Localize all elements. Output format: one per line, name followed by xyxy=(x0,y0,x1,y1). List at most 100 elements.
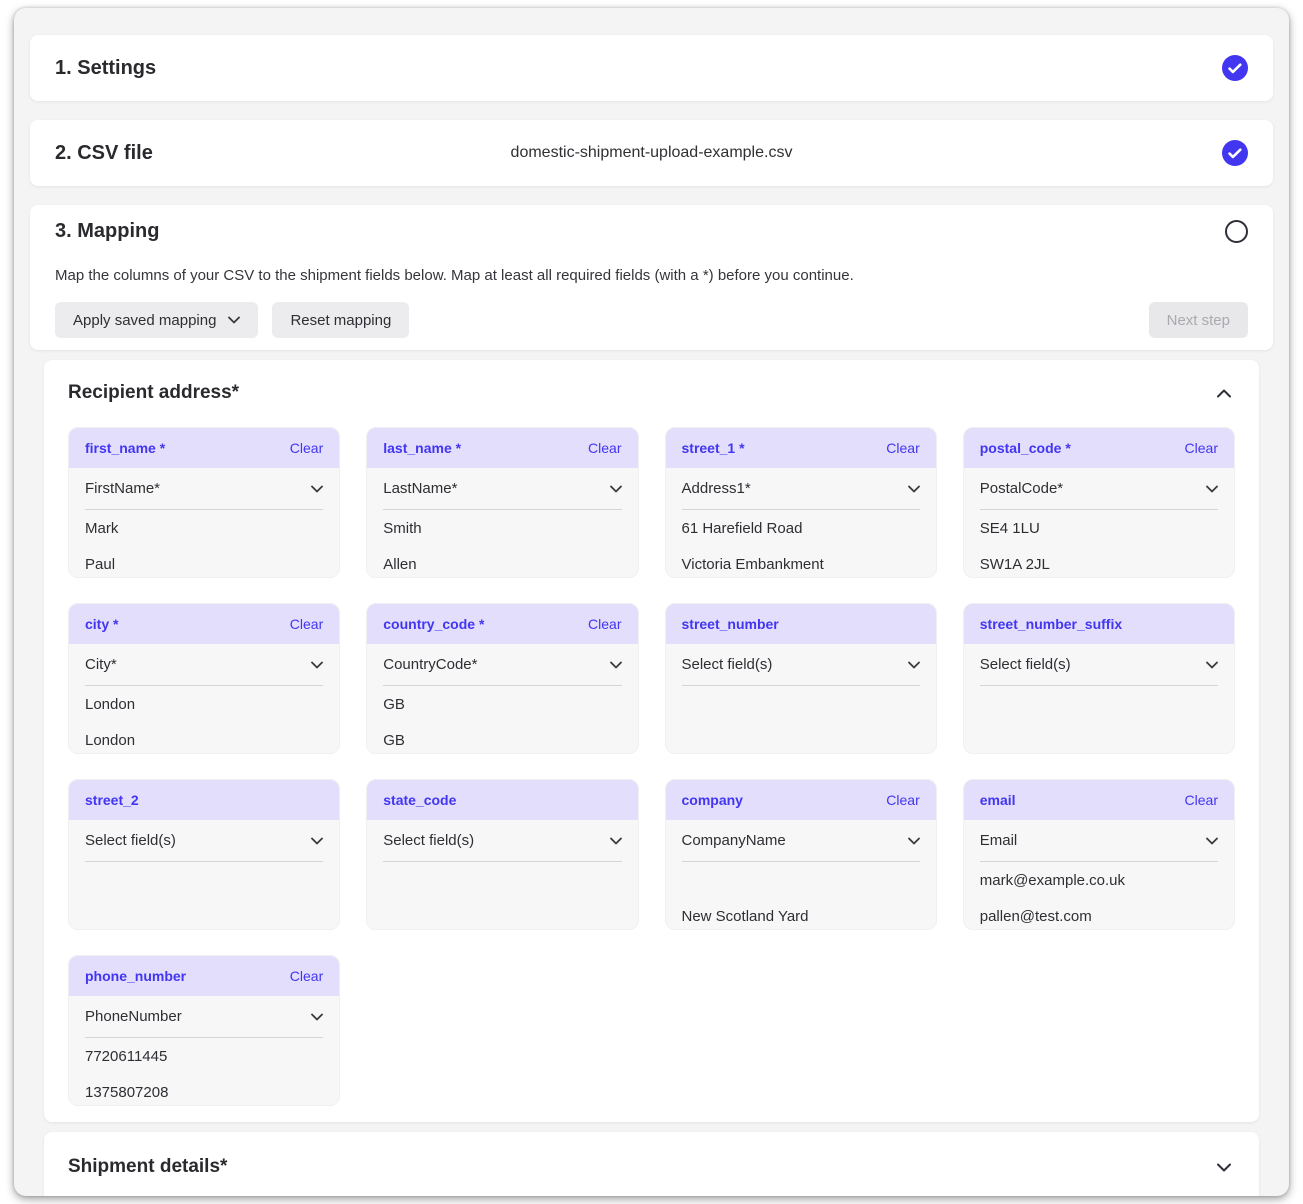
chevron-down-icon xyxy=(1217,1163,1231,1172)
field-name-label: street_1 * xyxy=(682,440,745,456)
field-select[interactable]: CountryCode* xyxy=(383,644,621,686)
field-card-body: PostalCode* SE4 1LUSW1A 2JL xyxy=(964,468,1234,578)
field-card-body: LastName* SmithAllen xyxy=(367,468,637,578)
sample-value xyxy=(682,862,920,898)
check-circle-icon xyxy=(1222,55,1248,81)
clear-button[interactable]: Clear xyxy=(1185,440,1218,456)
field-select[interactable]: City* xyxy=(85,644,323,686)
mapping-description: Map the columns of your CSV to the shipm… xyxy=(55,267,1248,284)
chevron-down-icon xyxy=(908,837,920,845)
field-card-body: PhoneNumber 77206114451375807208 xyxy=(69,996,339,1106)
reset-mapping-label: Reset mapping xyxy=(290,312,391,329)
field-card-header: company Clear xyxy=(666,780,936,820)
field-name-label: email xyxy=(980,792,1016,808)
clear-button[interactable]: Clear xyxy=(290,968,323,984)
field-select[interactable]: PostalCode* xyxy=(980,468,1218,510)
field-card-header: street_number_suffix xyxy=(964,604,1234,644)
next-step-button[interactable]: Next step xyxy=(1149,302,1248,338)
field-name-label: street_number xyxy=(682,616,779,632)
clear-button[interactable]: Clear xyxy=(886,440,919,456)
field-select-value: Email xyxy=(980,832,1018,849)
field-name-label: postal_code * xyxy=(980,440,1071,456)
field-grid: first_name * Clear FirstName* MarkPaul l… xyxy=(68,427,1235,1106)
recipient-address-title: Recipient address* xyxy=(68,382,239,404)
field-select[interactable]: PhoneNumber xyxy=(85,996,323,1038)
collapse-section-button[interactable] xyxy=(1213,385,1235,402)
field-select-value: LastName* xyxy=(383,480,457,497)
field-card-header: city * Clear xyxy=(69,604,339,644)
step-settings-card[interactable]: 1. Settings xyxy=(30,35,1273,101)
field-select-value: Address1* xyxy=(682,480,751,497)
step-csv-file-status xyxy=(1222,140,1248,166)
field-card-body: CountryCode* GBGB xyxy=(367,644,637,754)
expand-section-button[interactable] xyxy=(1213,1159,1235,1176)
field-card-body: FirstName* MarkPaul xyxy=(69,468,339,578)
field-select[interactable]: Address1* xyxy=(682,468,920,510)
chevron-down-icon xyxy=(311,485,323,493)
field-select[interactable]: Select field(s) xyxy=(980,644,1218,686)
field-card-body: Select field(s) xyxy=(666,644,936,686)
field-card-header: email Clear xyxy=(964,780,1234,820)
step-settings-title: 1. Settings xyxy=(55,57,156,80)
csv-file-name: domestic-shipment-upload-example.csv xyxy=(511,144,793,162)
check-circle-icon xyxy=(1222,140,1248,166)
field-mapping-card: company Clear CompanyName New Scotland Y… xyxy=(665,779,937,930)
sample-value: Mark xyxy=(85,510,323,546)
field-select-value: Select field(s) xyxy=(980,656,1071,673)
field-mapping-card: state_code Select field(s) xyxy=(366,779,638,930)
sample-value: Paul xyxy=(85,546,323,578)
field-select[interactable]: LastName* xyxy=(383,468,621,510)
field-select-value: PhoneNumber xyxy=(85,1008,182,1025)
field-select-value: CompanyName xyxy=(682,832,786,849)
chevron-down-icon xyxy=(311,1013,323,1021)
clear-button[interactable]: Clear xyxy=(588,440,621,456)
field-select[interactable]: Select field(s) xyxy=(383,820,621,862)
clear-button[interactable]: Clear xyxy=(886,792,919,808)
chevron-down-icon xyxy=(610,837,622,845)
field-card-body: Address1* 61 Harefield RoadVictoria Emba… xyxy=(666,468,936,578)
field-name-label: street_number_suffix xyxy=(980,616,1122,632)
field-card-header: last_name * Clear xyxy=(367,428,637,468)
field-mapping-card: first_name * Clear FirstName* MarkPaul xyxy=(68,427,340,578)
clear-button[interactable]: Clear xyxy=(588,616,621,632)
field-name-label: company xyxy=(682,792,743,808)
chevron-down-icon xyxy=(311,661,323,669)
field-select[interactable]: Email xyxy=(980,820,1218,862)
field-card-body: Select field(s) xyxy=(69,820,339,862)
clear-button[interactable]: Clear xyxy=(1185,792,1218,808)
field-card-header: state_code xyxy=(367,780,637,820)
field-select-value: CountryCode* xyxy=(383,656,477,673)
field-card-header: street_1 * Clear xyxy=(666,428,936,468)
field-mapping-card: postal_code * Clear PostalCode* SE4 1LUS… xyxy=(963,427,1235,578)
sample-value: Smith xyxy=(383,510,621,546)
clear-button[interactable]: Clear xyxy=(290,440,323,456)
apply-saved-mapping-label: Apply saved mapping xyxy=(73,312,216,329)
sample-value: New Scotland Yard xyxy=(682,898,920,930)
sample-value: London xyxy=(85,686,323,722)
field-select[interactable]: Select field(s) xyxy=(85,820,323,862)
field-select[interactable]: Select field(s) xyxy=(682,644,920,686)
reset-mapping-button[interactable]: Reset mapping xyxy=(272,302,409,338)
field-select-value: City* xyxy=(85,656,117,673)
field-name-label: city * xyxy=(85,616,118,632)
shipment-details-title: Shipment details* xyxy=(68,1156,227,1178)
chevron-down-icon xyxy=(610,485,622,493)
field-select[interactable]: FirstName* xyxy=(85,468,323,510)
step-csv-file-card[interactable]: 2. CSV file domestic-shipment-upload-exa… xyxy=(30,120,1273,186)
chevron-down-icon xyxy=(1206,485,1218,493)
sample-value: 61 Harefield Road xyxy=(682,510,920,546)
chevron-down-icon xyxy=(610,661,622,669)
field-select[interactable]: CompanyName xyxy=(682,820,920,862)
chevron-down-icon xyxy=(908,661,920,669)
clear-button[interactable]: Clear xyxy=(290,616,323,632)
shipment-details-section[interactable]: Shipment details* xyxy=(44,1132,1259,1196)
chevron-down-icon xyxy=(1206,661,1218,669)
incomplete-circle-icon xyxy=(1225,220,1248,243)
sample-value: pallen@test.com xyxy=(980,898,1218,930)
apply-saved-mapping-button[interactable]: Apply saved mapping xyxy=(55,302,258,338)
chevron-down-icon xyxy=(1206,837,1218,845)
recipient-address-section: Recipient address* first_name * Clear Fi… xyxy=(44,360,1259,1122)
field-card-header: first_name * Clear xyxy=(69,428,339,468)
field-card-header: phone_number Clear xyxy=(69,956,339,996)
field-card-header: street_number xyxy=(666,604,936,644)
